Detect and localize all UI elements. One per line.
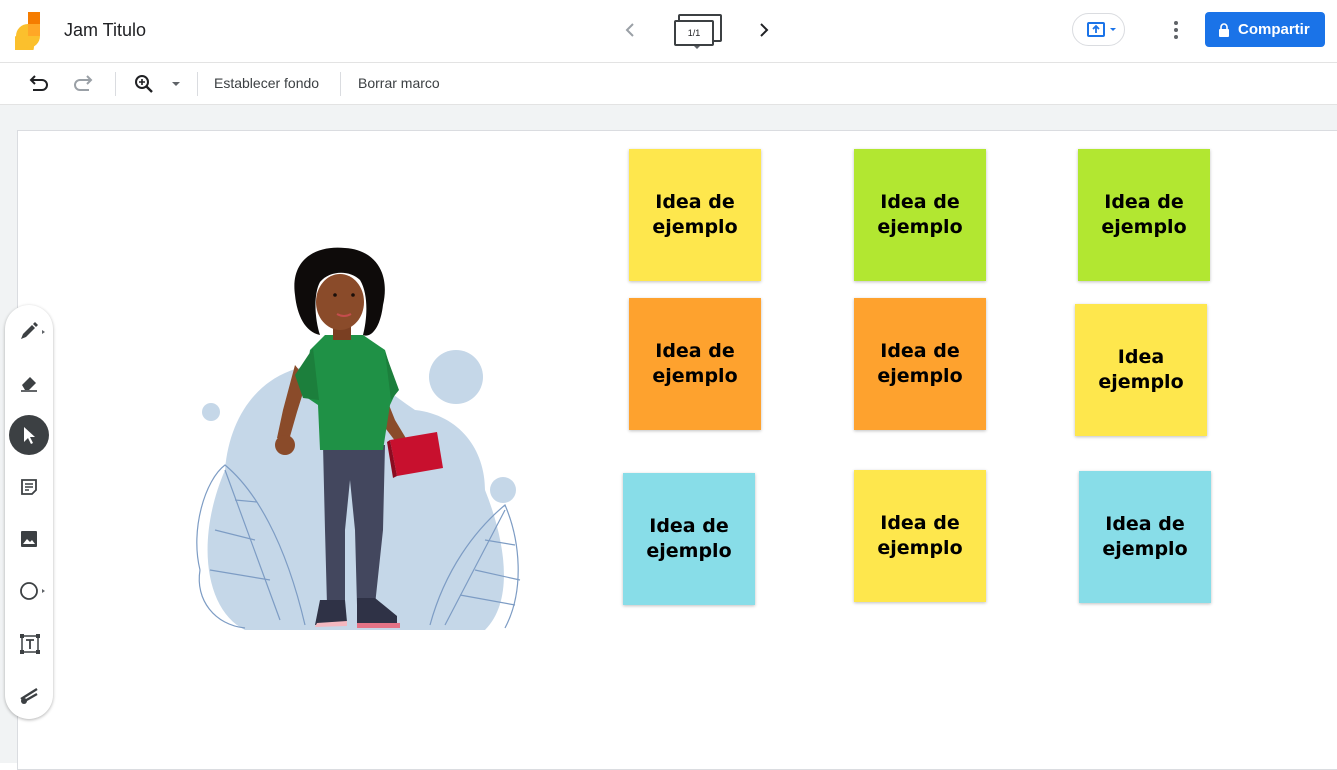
set-background-button[interactable]: Establecer fondo xyxy=(214,75,319,91)
sticky-note-tool[interactable] xyxy=(9,467,49,507)
toolbar: Establecer fondo Borrar marco xyxy=(0,63,1337,105)
present-button[interactable] xyxy=(1072,13,1125,46)
select-tool[interactable] xyxy=(9,415,49,455)
clear-frame-button[interactable]: Borrar marco xyxy=(358,75,440,91)
more-options-icon[interactable] xyxy=(1166,18,1186,42)
pen-tool[interactable] xyxy=(9,311,49,351)
undo-icon[interactable] xyxy=(24,71,50,97)
jamboard-logo xyxy=(15,12,40,50)
caret-down-icon xyxy=(694,46,700,49)
sticky-note-text: Idea de ejemplo xyxy=(652,340,738,387)
sticky-note[interactable]: Idea de ejemplo xyxy=(854,298,986,430)
previous-frame-icon[interactable] xyxy=(618,18,642,42)
image-icon xyxy=(21,531,37,547)
sticky-note-text: Idea de ejemplo xyxy=(877,512,963,559)
lock-icon xyxy=(1219,23,1229,37)
zoom-dropdown-icon[interactable] xyxy=(163,71,189,97)
tool-palette xyxy=(5,305,53,719)
zoom-icon[interactable] xyxy=(131,71,157,97)
next-frame-icon[interactable] xyxy=(752,18,776,42)
sticky-note-text: Idea de ejemplo xyxy=(1102,513,1188,560)
sticky-note[interactable]: Idea de ejemplo xyxy=(629,149,761,281)
toolbar-divider xyxy=(340,72,341,96)
eraser-tool[interactable] xyxy=(9,363,49,403)
sticky-note[interactable]: Idea de ejemplo xyxy=(854,149,986,281)
frame-indicator[interactable]: 1/1 xyxy=(672,12,722,52)
sticky-note[interactable]: Idea de ejemplo xyxy=(1078,149,1210,281)
sticky-note-text: Idea ejemplo xyxy=(1098,346,1184,393)
eraser-icon xyxy=(21,377,37,392)
sticky-note[interactable]: Idea de ejemplo xyxy=(1079,471,1211,603)
laser-icon xyxy=(20,687,38,704)
redo-icon[interactable] xyxy=(72,71,98,97)
top-bar: Jam Titulo 1/1 Compartir xyxy=(0,0,1337,63)
sticky-note-text: Idea de ejemplo xyxy=(1101,191,1187,238)
text-box-icon xyxy=(20,634,40,654)
pen-icon xyxy=(21,322,45,339)
select-icon xyxy=(24,427,35,444)
sticky-note[interactable]: Idea de ejemplo xyxy=(623,473,755,605)
laser-tool[interactable] xyxy=(9,675,49,715)
toolbar-divider xyxy=(197,72,198,96)
sticky-note-text: Idea de ejemplo xyxy=(652,191,738,238)
image-tool[interactable] xyxy=(9,519,49,559)
jam-title[interactable]: Jam Titulo xyxy=(64,20,146,41)
toolbar-divider xyxy=(115,72,116,96)
person-illustration xyxy=(196,247,521,630)
sticky-note[interactable]: Idea de ejemplo xyxy=(629,298,761,430)
circle-icon xyxy=(20,582,45,600)
text-box-tool[interactable] xyxy=(9,623,49,663)
sticky-note-text: Idea de ejemplo xyxy=(646,515,732,562)
frame-count: 1/1 xyxy=(674,20,714,46)
present-icon xyxy=(1087,22,1116,37)
share-label: Compartir xyxy=(1238,21,1310,38)
shape-tool[interactable] xyxy=(9,571,49,611)
sticky-note[interactable]: Idea ejemplo xyxy=(1075,304,1207,436)
sticky-note-text: Idea de ejemplo xyxy=(877,191,963,238)
sticky-note-icon xyxy=(21,479,37,495)
sticky-note-text: Idea de ejemplo xyxy=(877,340,963,387)
sticky-note[interactable]: Idea de ejemplo xyxy=(854,470,986,602)
share-button[interactable]: Compartir xyxy=(1205,12,1325,47)
